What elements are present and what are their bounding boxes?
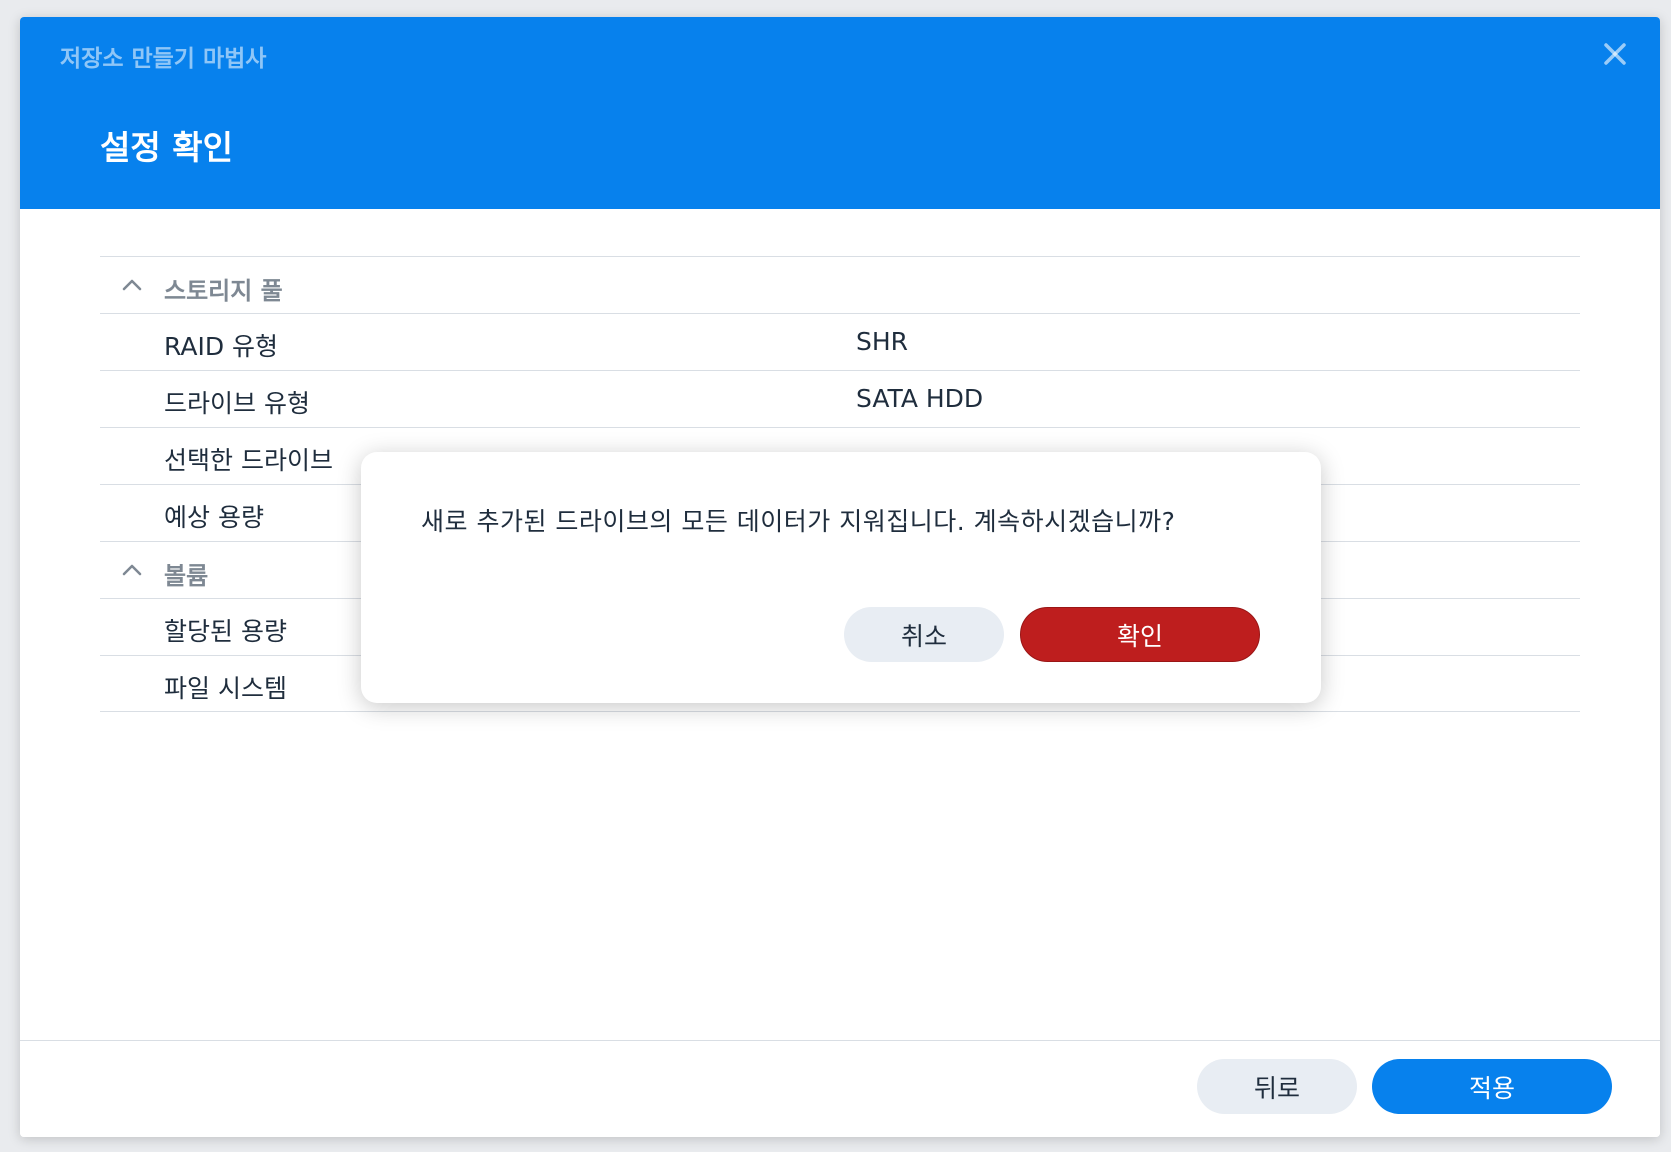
row-key: 예상 용량 <box>164 503 264 532</box>
summary-row: 드라이브 유형 SATA HDD <box>100 370 1580 427</box>
section-label: 볼륨 <box>164 562 209 590</box>
wizard-footer: 뒤로 적용 <box>20 1040 1660 1137</box>
section-label: 스토리지 풀 <box>164 277 283 305</box>
chevron-up-icon <box>122 279 142 291</box>
close-icon <box>1604 43 1626 65</box>
row-key: 파일 시스템 <box>164 674 287 703</box>
summary-row: RAID 유형 SHR <box>100 313 1580 370</box>
row-key: 선택한 드라이브 <box>164 446 333 475</box>
row-value: SATA HDD <box>856 384 984 413</box>
back-button[interactable]: 뒤로 <box>1197 1059 1357 1114</box>
confirm-button[interactable]: 확인 <box>1020 607 1260 662</box>
wizard-title: 저장소 만들기 마법사 <box>60 46 267 72</box>
row-key: RAID 유형 <box>164 332 279 361</box>
step-title: 설정 확인 <box>100 128 233 167</box>
wizard-header: 저장소 만들기 마법사 설정 확인 <box>20 17 1660 209</box>
cancel-button[interactable]: 취소 <box>844 607 1004 662</box>
close-button[interactable] <box>1600 39 1630 69</box>
confirm-dialog: 새로 추가된 드라이브의 모든 데이터가 지워집니다. 계속하시겠습니까? 취소… <box>361 452 1321 703</box>
dialog-message: 새로 추가된 드라이브의 모든 데이터가 지워집니다. 계속하시겠습니까? <box>421 507 1176 536</box>
section-header-storage-pool[interactable]: 스토리지 풀 <box>100 256 1580 313</box>
chevron-up-icon <box>122 564 142 576</box>
row-value: SHR <box>856 327 909 356</box>
row-key: 할당된 용량 <box>164 617 287 646</box>
row-key: 드라이브 유형 <box>164 389 310 418</box>
apply-button[interactable]: 적용 <box>1372 1059 1612 1114</box>
